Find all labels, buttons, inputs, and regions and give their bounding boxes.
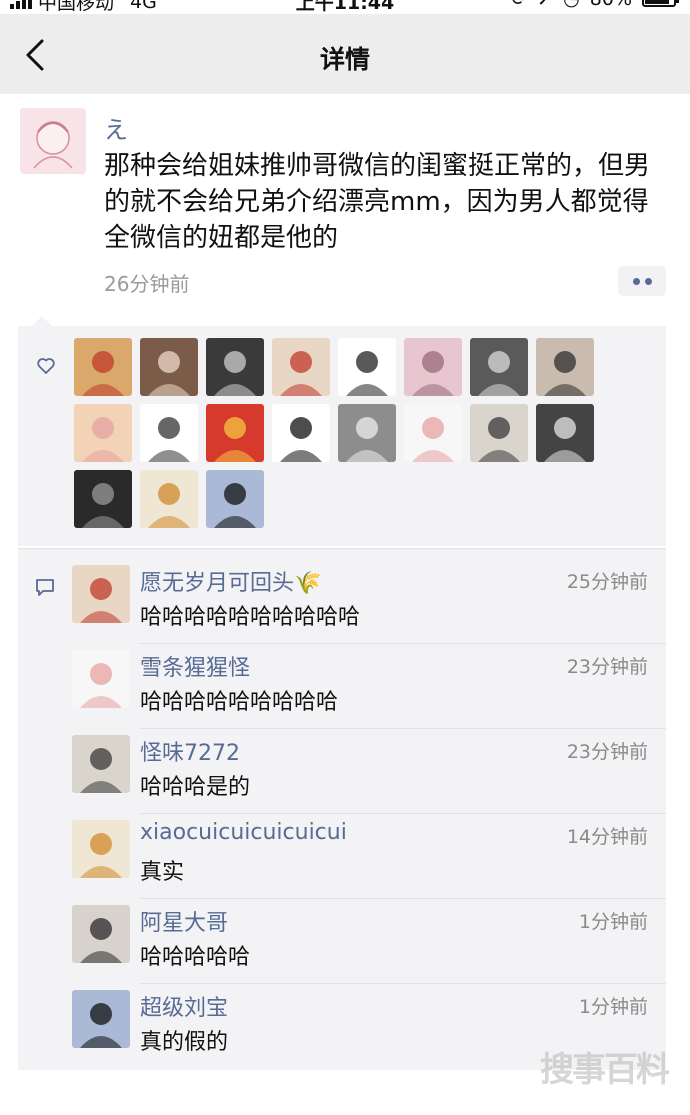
page-title: 详情 xyxy=(319,45,370,74)
commenter-name[interactable]: 愿无岁月可回头🌾 xyxy=(140,565,321,597)
commenter-avatar[interactable] xyxy=(72,735,130,793)
liker-avatar[interactable] xyxy=(470,338,528,396)
comment-text: 哈哈哈是的 xyxy=(140,775,251,800)
comment-row[interactable]: 阿星大哥 1分钟前哈哈哈哈哈 xyxy=(72,905,666,990)
liker-avatar[interactable] xyxy=(140,338,198,396)
moment-post: え 那种会给姐妹推帅哥微信的闺蜜挺正常的，但男的就不会给兄弟介绍漂亮mm，因为男… xyxy=(0,94,690,1115)
comment-time: 23分钟前 xyxy=(566,656,648,678)
comment-text: 哈哈哈哈哈哈哈哈哈 xyxy=(140,690,339,715)
liker-avatar[interactable] xyxy=(74,338,132,396)
commenter-name[interactable]: 雪条猩猩怪 xyxy=(140,650,250,682)
commenter-avatar[interactable] xyxy=(72,820,130,878)
battery-icon xyxy=(642,0,679,7)
commenter-name[interactable]: 阿星大哥 xyxy=(140,905,228,937)
nav-bar: 详情 xyxy=(0,14,690,94)
commenter-avatar[interactable] xyxy=(72,650,130,708)
comment-divider xyxy=(140,983,666,984)
post-time: 26分钟前 xyxy=(104,272,190,296)
comment-divider xyxy=(140,643,666,644)
comment-time: 25分钟前 xyxy=(566,571,648,593)
comment-divider xyxy=(140,813,666,814)
commenter-name[interactable]: xiaocuicuicuicuicui xyxy=(140,820,347,845)
comment-time: 23分钟前 xyxy=(566,741,648,763)
post-text: 那种会给姐妹推帅哥微信的闺蜜挺正常的，但男的就不会给兄弟介绍漂亮mm，因为男人都… xyxy=(104,151,651,253)
comment-divider xyxy=(140,898,666,899)
liker-avatar[interactable] xyxy=(404,404,462,462)
commenter-name[interactable]: 超级刘宝 xyxy=(140,990,228,1022)
comment-text: 真实 xyxy=(140,860,185,885)
comment-text: 哈哈哈哈哈哈哈哈哈哈 xyxy=(140,605,361,630)
comment-row[interactable]: xiaocuicuicuicuicui 14分钟前真实 xyxy=(72,820,666,905)
battery-percent: 80% xyxy=(590,0,632,10)
liker-avatar[interactable] xyxy=(536,404,594,462)
liker-avatar[interactable] xyxy=(404,338,462,396)
liker-avatar[interactable] xyxy=(140,470,198,528)
liker-avatar[interactable] xyxy=(74,470,132,528)
author-name[interactable]: え xyxy=(104,110,128,145)
author-avatar[interactable] xyxy=(20,108,86,174)
liker-avatar[interactable] xyxy=(140,404,198,462)
comment-icon xyxy=(36,579,54,596)
commenter-name[interactable]: 怪味7272 xyxy=(140,735,240,767)
comment-row[interactable]: 雪条猩猩怪 23分钟前哈哈哈哈哈哈哈哈哈 xyxy=(72,650,666,735)
liker-avatar[interactable] xyxy=(74,404,132,462)
liker-avatar[interactable] xyxy=(536,338,594,396)
comment-row[interactable]: 愿无岁月可回头🌾 25分钟前哈哈哈哈哈哈哈哈哈哈 xyxy=(72,565,666,650)
liker-avatar[interactable] xyxy=(206,470,264,528)
liker-avatar[interactable] xyxy=(272,338,330,396)
heart-icon xyxy=(37,358,55,374)
location-icon: ➚ xyxy=(537,0,553,10)
liker-avatar[interactable] xyxy=(470,404,528,462)
commenter-avatar[interactable] xyxy=(72,905,130,963)
comment-text: 真的假的 xyxy=(140,1030,229,1055)
liker-avatar[interactable] xyxy=(338,338,396,396)
comment-text: 哈哈哈哈哈 xyxy=(140,945,251,970)
status-right: ⟳ ➚ ◔ 80% xyxy=(511,0,679,10)
liker-avatar[interactable] xyxy=(272,404,330,462)
comment-time: 1分钟前 xyxy=(578,911,648,933)
status-bar: 中国移动 4G 上午11:44 ⟳ ➚ ◔ 80% xyxy=(0,0,690,14)
liker-avatar[interactable] xyxy=(206,404,264,462)
commenter-avatar[interactable] xyxy=(72,990,130,1048)
liker-avatar[interactable] xyxy=(206,338,264,396)
more-options-button[interactable] xyxy=(618,266,666,296)
watermark: 搜事百料 xyxy=(540,1050,670,1090)
comment-time: 1分钟前 xyxy=(578,996,648,1018)
comments-section: 愿无岁月可回头🌾 25分钟前 哈哈哈哈哈哈哈哈哈哈 雪条猩猩怪 23分钟前 哈哈哈哈哈哈哈… xyxy=(18,548,666,1070)
liker-avatar[interactable] xyxy=(338,404,396,462)
alarm-icon: ◔ xyxy=(563,0,580,10)
commenter-avatar[interactable] xyxy=(72,565,130,623)
comment-row[interactable]: 怪味7272 23分钟前哈哈哈是的 xyxy=(72,735,666,820)
comment-time: 14分钟前 xyxy=(566,826,648,848)
lock-rotation-icon: ⟳ xyxy=(511,0,527,10)
likes-section xyxy=(18,326,666,546)
comment-divider xyxy=(140,728,666,729)
bubble-arrow xyxy=(32,316,52,326)
